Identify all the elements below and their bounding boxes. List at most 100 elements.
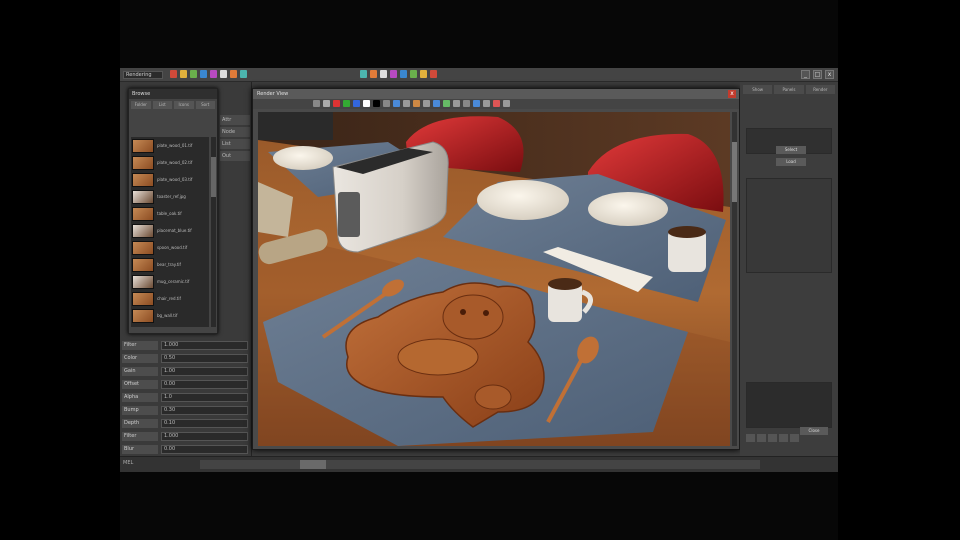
loop-icon[interactable] [779, 434, 788, 442]
render-toolbar-icon[interactable] [443, 100, 450, 107]
right-panel-tab[interactable]: Render [805, 85, 835, 94]
render-toolbar-icon[interactable] [413, 100, 420, 107]
attribute-field[interactable]: 1.0 [161, 393, 248, 402]
render-toolbar-icon[interactable] [473, 100, 480, 107]
step-icon[interactable] [768, 434, 777, 442]
file-list-item[interactable]: placemat_blue.tif [131, 222, 209, 239]
file-browser-button[interactable]: Icons [174, 101, 194, 109]
file-browser-button[interactable]: Folder [131, 101, 151, 109]
file-list-item[interactable]: mug_ceramic.tif [131, 273, 209, 290]
select-button[interactable]: Select [776, 146, 806, 154]
time-slider[interactable] [200, 460, 760, 469]
render-toolbar-icon[interactable] [423, 100, 430, 107]
shelf-tool-icon[interactable] [200, 70, 207, 78]
render-toolbar-icon[interactable] [433, 100, 440, 107]
render-toolbar-icon[interactable] [323, 100, 330, 107]
attribute-field[interactable]: 0.30 [161, 406, 248, 415]
left-panel-tab[interactable]: Node [220, 127, 250, 137]
render-toolbar-icon[interactable] [463, 100, 470, 107]
attribute-field[interactable]: 0.50 [161, 354, 248, 363]
right-panel-tab[interactable]: Panels [774, 85, 804, 94]
render-toolbar-icon[interactable] [503, 100, 510, 107]
attribute-label: Alpha [122, 393, 158, 402]
shelf-tool-icon[interactable] [370, 70, 377, 78]
file-list[interactable]: plate_wood_01.tif plate_wood_02.tif plate_… [131, 137, 209, 327]
render-toolbar-icon[interactable] [353, 100, 360, 107]
render-toolbar-icon[interactable] [373, 100, 380, 107]
attribute-field[interactable]: 0.00 [161, 445, 248, 454]
render-toolbar-icon[interactable] [403, 100, 410, 107]
attribute-row: Alpha 1.0 [122, 392, 248, 403]
shelf-tool-icon[interactable] [230, 70, 237, 78]
render-toolbar-icon[interactable] [493, 100, 500, 107]
render-toolbar-icon[interactable] [383, 100, 390, 107]
shelf-icons [170, 70, 247, 80]
render-toolbar-icon[interactable] [363, 100, 370, 107]
shelf-tool-icon[interactable] [180, 70, 187, 78]
maximize-button[interactable]: □ [813, 70, 822, 79]
file-list-item[interactable]: spoon_wood.tif [131, 239, 209, 256]
file-list-item[interactable]: plate_wood_03.tif [131, 171, 209, 188]
scrollbar-thumb[interactable] [211, 157, 216, 197]
shelf-tool-icon[interactable] [400, 70, 407, 78]
attribute-field[interactable]: 1.000 [161, 341, 248, 350]
render-view-titlebar[interactable]: Render View x [253, 89, 739, 99]
shelf-tool-icon[interactable] [190, 70, 197, 78]
left-panel-tab[interactable]: List [220, 139, 250, 149]
render-toolbar-icon[interactable] [333, 100, 340, 107]
shelf-tool-icon[interactable] [210, 70, 217, 78]
left-panel-tab[interactable]: Out [220, 151, 250, 161]
file-list-item[interactable]: chair_red.tif [131, 290, 209, 307]
rendered-image[interactable] [258, 112, 730, 446]
render-view-window: Render View x [252, 88, 740, 450]
close-button[interactable]: x [825, 70, 834, 79]
shelf-tool-icon[interactable] [380, 70, 387, 78]
render-toolbar-icon[interactable] [313, 100, 320, 107]
render-toolbar-icon[interactable] [393, 100, 400, 107]
time-slider-handle[interactable] [300, 460, 326, 469]
file-name: toaster_ref.jpg [157, 194, 186, 199]
file-list-scrollbar[interactable] [211, 137, 216, 327]
status-bar: MEL [120, 456, 838, 472]
render-view-close-button[interactable]: x [728, 90, 736, 98]
play-icon[interactable] [746, 434, 755, 442]
shelf-tool-icon[interactable] [410, 70, 417, 78]
shelf-tool-icon[interactable] [360, 70, 367, 78]
stop-icon[interactable] [757, 434, 766, 442]
attribute-field[interactable]: 0.10 [161, 419, 248, 428]
right-panel-list[interactable] [746, 178, 832, 273]
menu-set-dropdown[interactable]: Rendering [123, 71, 163, 79]
render-toolbar-icon[interactable] [483, 100, 490, 107]
render-toolbar-icon[interactable] [343, 100, 350, 107]
file-list-item[interactable]: table_oak.tif [131, 205, 209, 222]
file-name: chair_red.tif [157, 296, 181, 301]
right-panel-tab[interactable]: Show [743, 85, 773, 94]
file-list-item[interactable]: toaster_ref.jpg [131, 188, 209, 205]
attribute-field[interactable]: 0.00 [161, 380, 248, 389]
rendered-scene [258, 112, 730, 446]
shelf-tool-icon[interactable] [240, 70, 247, 78]
shelf-tool-icon[interactable] [420, 70, 427, 78]
left-panel-tab[interactable]: Attr [220, 115, 250, 125]
file-list-item[interactable]: bear_tray.tif [131, 256, 209, 273]
minimize-button[interactable]: _ [801, 70, 810, 79]
file-list-item[interactable]: plate_wood_02.tif [131, 154, 209, 171]
file-name: spoon_wood.tif [157, 245, 188, 250]
file-browser-button[interactable]: Sort [195, 101, 215, 109]
attribute-field[interactable]: 1.00 [161, 367, 248, 376]
file-browser-button[interactable]: List [152, 101, 172, 109]
file-list-item[interactable]: plate_wood_01.tif [131, 137, 209, 154]
file-list-item[interactable]: bg_wall.tif [131, 307, 209, 324]
shelf-tool-icon[interactable] [390, 70, 397, 78]
shelf-tool-icon[interactable] [430, 70, 437, 78]
file-name: mug_ceramic.tif [157, 279, 190, 284]
render-view-scrollbar[interactable] [732, 112, 737, 446]
file-thumbnail [132, 172, 154, 187]
scrollbar-thumb[interactable] [732, 142, 737, 202]
key-icon[interactable] [790, 434, 799, 442]
load-button[interactable]: Load [776, 158, 806, 166]
shelf-tool-icon[interactable] [220, 70, 227, 78]
attribute-field[interactable]: 1.000 [161, 432, 248, 441]
render-toolbar-icon[interactable] [453, 100, 460, 107]
shelf-tool-icon[interactable] [170, 70, 177, 78]
